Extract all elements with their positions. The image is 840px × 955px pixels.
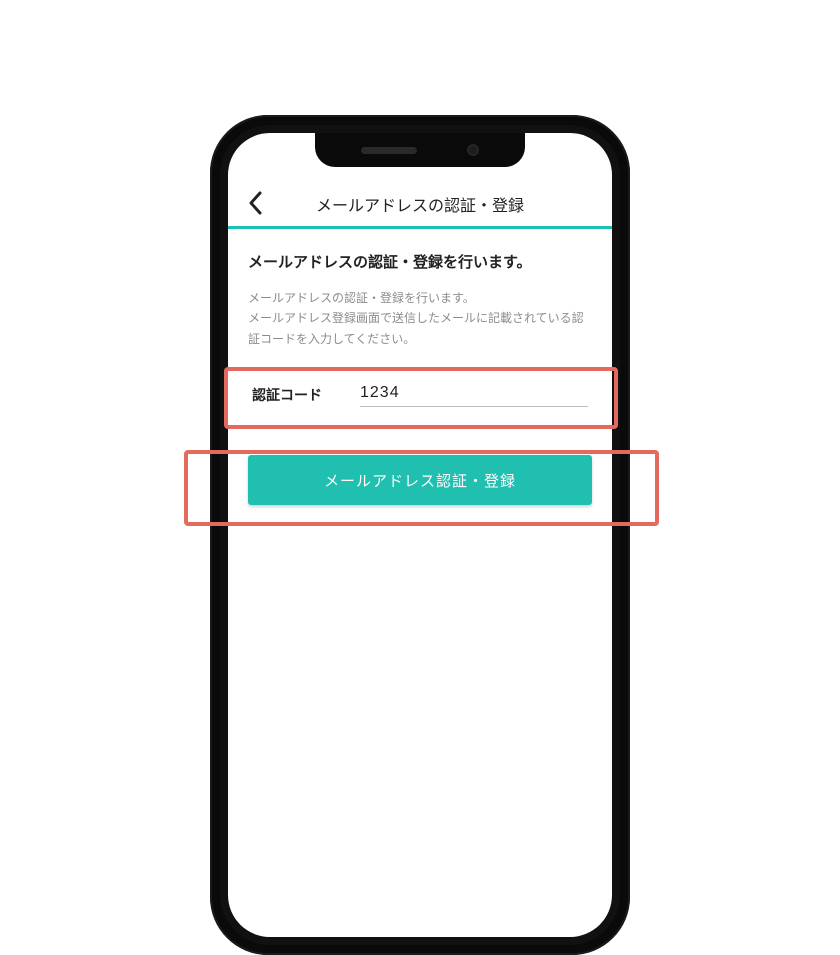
verification-code-row: 認証コード	[248, 371, 592, 419]
page-title: メールアドレスの認証・登録	[316, 192, 524, 216]
back-button[interactable]	[242, 189, 270, 217]
phone-screen: メールアドレスの認証・登録 メールアドレスの認証・登録を行います。 メールアドレ…	[228, 133, 612, 937]
verification-code-label: 認証コード	[252, 385, 340, 405]
verification-code-input[interactable]	[360, 384, 588, 402]
app-body: メールアドレスの認証・登録を行います。 メールアドレスの認証・登録を行います。メ…	[228, 229, 612, 505]
submit-button[interactable]: メールアドレス認証・登録	[248, 455, 592, 505]
section-description: メールアドレスの認証・登録を行います。メールアドレス登録画面で送信したメールに記…	[248, 288, 592, 349]
speaker-icon	[361, 147, 417, 154]
phone-notch	[315, 133, 525, 167]
section-title: メールアドレスの認証・登録を行います。	[248, 251, 592, 272]
camera-icon	[467, 144, 479, 156]
phone-frame: メールアドレスの認証・登録 メールアドレスの認証・登録を行います。 メールアドレ…	[210, 115, 630, 955]
chevron-left-icon	[248, 191, 264, 215]
